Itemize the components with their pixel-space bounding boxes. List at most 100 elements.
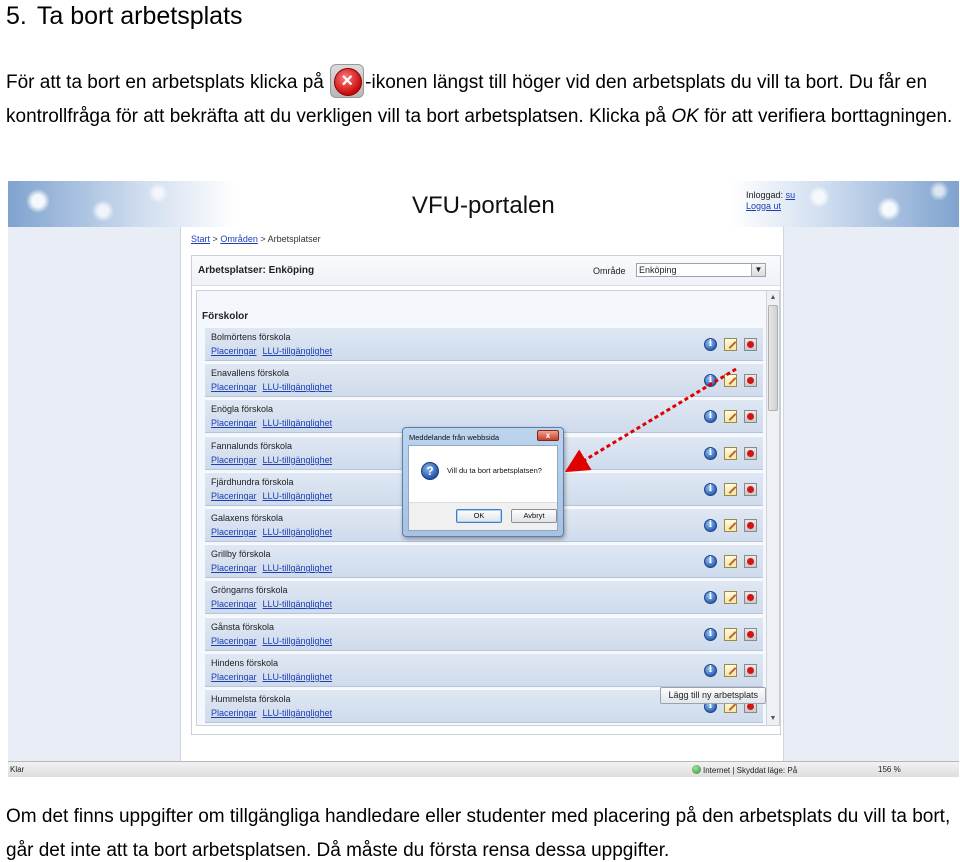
availability-link[interactable]: LLU-tillgänglighet xyxy=(263,491,333,501)
workplace-links: Placeringar LLU-tillgänglighet xyxy=(211,418,338,428)
info-icon[interactable]: i xyxy=(704,374,717,388)
scroll-down-icon[interactable]: ▼ xyxy=(768,713,778,724)
portal-screenshot: VFU-portalen Inloggad: su Logga ut Start… xyxy=(8,181,959,777)
row-actions: i xyxy=(697,482,757,497)
delete-icon[interactable] xyxy=(744,627,757,641)
availability-link[interactable]: LLU-tillgänglighet xyxy=(263,382,333,392)
status-text: Klar xyxy=(10,765,25,774)
add-workplace-button[interactable]: Lägg till ny arbetsplats xyxy=(660,687,766,704)
delete-icon[interactable] xyxy=(744,482,757,496)
breadcrumb-start[interactable]: Start xyxy=(191,234,210,244)
scroll-up-icon[interactable]: ▲ xyxy=(768,292,778,303)
workplace-links: Placeringar LLU-tillgänglighet xyxy=(211,708,338,718)
area-select[interactable]: Enköping ▼ xyxy=(636,263,766,277)
workplace-name: Hummelsta förskola xyxy=(211,693,291,704)
workplace-links: Placeringar LLU-tillgänglighet xyxy=(211,672,338,682)
workplace-name: Galaxens förskola xyxy=(211,512,284,523)
workplace-name: Grillby förskola xyxy=(211,549,271,560)
scroll-thumb[interactable] xyxy=(768,305,778,411)
edit-icon[interactable] xyxy=(724,627,737,641)
delete-icon[interactable] xyxy=(744,591,757,605)
login-user-link[interactable]: su xyxy=(786,190,796,200)
availability-link[interactable]: LLU-tillgänglighet xyxy=(263,527,333,537)
placements-link[interactable]: Placeringar xyxy=(211,491,257,501)
availability-link[interactable]: LLU-tillgänglighet xyxy=(263,418,333,428)
workplace-row: Hindens förskola Placeringar LLU-tillgängl… xyxy=(205,652,763,687)
edit-icon[interactable] xyxy=(724,374,737,388)
edit-icon[interactable] xyxy=(724,410,737,424)
delete-icon[interactable] xyxy=(744,663,757,677)
placements-link[interactable]: Placeringar xyxy=(211,672,257,682)
intro-paragraph: För att ta bort en arbetsplats klicka på… xyxy=(6,64,956,134)
edit-icon[interactable] xyxy=(724,555,737,569)
availability-link[interactable]: LLU-tillgänglighet xyxy=(263,346,333,356)
availability-link[interactable]: LLU-tillgänglighet xyxy=(263,672,333,682)
placements-link[interactable]: Placeringar xyxy=(211,599,257,609)
list-scrollbar[interactable]: ▲ ▼ xyxy=(766,291,779,725)
delete-icon[interactable] xyxy=(744,518,757,532)
availability-link[interactable]: LLU-tillgänglighet xyxy=(263,563,333,573)
delete-icon[interactable] xyxy=(744,555,757,569)
zoom-level[interactable]: 156 % xyxy=(878,765,901,774)
edit-icon[interactable] xyxy=(724,518,737,532)
workplace-name: Enögla förskola xyxy=(211,404,274,415)
workplace-name: Fannalunds förskola xyxy=(211,440,293,451)
placements-link[interactable]: Placeringar xyxy=(211,527,257,537)
info-icon[interactable]: i xyxy=(704,518,717,532)
edit-icon[interactable] xyxy=(724,663,737,677)
workplace-row: Bolmörtens förskola Placeringar LLU-tillgä… xyxy=(205,327,763,361)
breadcrumb-areas[interactable]: Områden xyxy=(220,234,258,244)
workplace-name: Fjärdhundra förskola xyxy=(211,476,294,487)
delete-icon[interactable] xyxy=(744,374,757,388)
workplace-links: Placeringar LLU-tillgänglighet xyxy=(211,455,338,465)
delete-icon[interactable] xyxy=(744,446,757,460)
dialog-message: Vill du ta bort arbetsplatsen? xyxy=(447,466,542,475)
cancel-button[interactable]: Avbryt xyxy=(511,509,557,523)
placements-link[interactable]: Placeringar xyxy=(211,708,257,718)
workplace-name: Hindens förskola xyxy=(211,657,279,668)
placements-link[interactable]: Placeringar xyxy=(211,418,257,428)
globe-icon xyxy=(692,765,701,774)
workplace-row: Grillby förskola Placeringar LLU-tillgängl… xyxy=(205,544,763,579)
placements-link[interactable]: Placeringar xyxy=(211,636,257,646)
close-icon[interactable]: x xyxy=(537,430,559,441)
delete-icon[interactable] xyxy=(744,410,757,424)
row-actions: i xyxy=(697,518,757,533)
login-label: Inloggad: xyxy=(746,190,784,200)
edit-icon[interactable] xyxy=(724,591,737,605)
chevron-down-icon: ▼ xyxy=(751,264,765,276)
placements-link[interactable]: Placeringar xyxy=(211,455,257,465)
breadcrumb-separator: > xyxy=(260,234,266,244)
info-icon[interactable]: i xyxy=(704,555,717,569)
availability-link[interactable]: LLU-tillgänglighet xyxy=(263,708,333,718)
row-actions: i xyxy=(697,374,757,388)
info-icon[interactable]: i xyxy=(704,482,717,496)
placements-link[interactable]: Placeringar xyxy=(211,382,257,392)
placements-link[interactable]: Placeringar xyxy=(211,346,257,356)
placements-link[interactable]: Placeringar xyxy=(211,563,257,573)
edit-icon[interactable] xyxy=(724,482,737,496)
dialog-body: ? Vill du ta bort arbetsplatsen? OK Avbr… xyxy=(408,445,558,531)
availability-link[interactable]: LLU-tillgänglighet xyxy=(263,636,333,646)
delete-icon[interactable] xyxy=(744,338,757,351)
logout-link[interactable]: Logga ut xyxy=(746,201,781,211)
info-icon[interactable]: i xyxy=(704,663,717,677)
panel-header: Arbetsplatser: Enköping Område Enköping … xyxy=(192,256,780,286)
workplace-links: Placeringar LLU-tillgänglighet xyxy=(211,527,338,537)
area-select-value: Enköping xyxy=(639,265,677,275)
row-actions: i xyxy=(697,555,757,569)
workplace-links: Placeringar LLU-tillgänglighet xyxy=(211,563,338,573)
availability-link[interactable]: LLU-tillgänglighet xyxy=(263,599,333,609)
info-icon[interactable]: i xyxy=(704,591,717,605)
workplace-row: Gröngarns förskola Placeringar LLU-tillgän… xyxy=(205,580,763,615)
availability-link[interactable]: LLU-tillgänglighet xyxy=(263,455,333,465)
info-icon[interactable]: i xyxy=(704,338,717,351)
section-number: 5. xyxy=(6,2,27,30)
info-icon[interactable]: i xyxy=(704,627,717,641)
ok-button[interactable]: OK xyxy=(456,509,502,523)
edit-icon[interactable] xyxy=(724,338,737,351)
edit-icon[interactable] xyxy=(724,446,737,460)
info-icon[interactable]: i xyxy=(704,410,717,424)
info-icon[interactable]: i xyxy=(704,446,717,460)
workplace-row: Enavallens förskola Placeringar LLU-tillgä… xyxy=(205,363,763,398)
